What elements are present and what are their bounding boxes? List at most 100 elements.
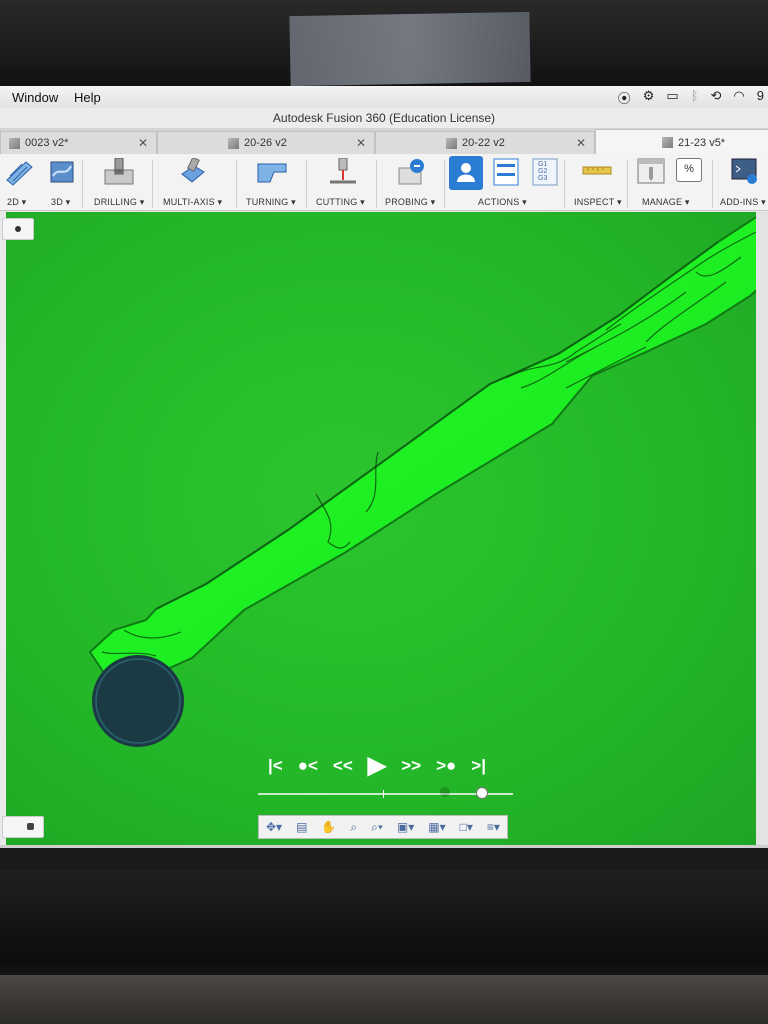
effects-icon[interactable]: ≡▾ [487, 820, 500, 834]
comments-toggle[interactable] [2, 816, 44, 838]
toolbar-turning[interactable] [256, 158, 290, 193]
toolbar-separator [712, 160, 713, 208]
group-label-2d[interactable]: 2D ▾ [7, 197, 26, 208]
cutting-icon [330, 157, 356, 184]
close-icon[interactable]: ✕ [138, 136, 148, 150]
simulation-playback: |< ●< << ▶ >> >● >| [268, 754, 486, 778]
tab-label: 21-23 v5* [678, 136, 726, 149]
scripts-icon [731, 158, 757, 184]
zoom-window-icon[interactable]: ⌕▾ [371, 820, 383, 835]
zoom-icon[interactable]: ⌕ [350, 820, 357, 835]
next-operation-button[interactable]: >● [436, 756, 456, 776]
toolbar-separator [236, 160, 237, 208]
group-label-cutting[interactable]: CUTTING ▾ [316, 197, 365, 208]
comment-icon [27, 823, 34, 830]
tab-20-22[interactable]: 20-22 v2 ✕ [375, 131, 595, 154]
viewports-icon[interactable]: □▾ [460, 820, 473, 834]
probe-icon [398, 159, 424, 185]
creative-cloud-icon[interactable]: ⦿ [618, 88, 631, 107]
grid-icon[interactable]: ▦▾ [428, 820, 445, 834]
multi-axis-icon [181, 156, 205, 183]
go-to-end-button[interactable]: >| [471, 756, 486, 776]
timeline-shadow [440, 787, 450, 797]
toolbar-separator [306, 160, 307, 208]
tab-0023[interactable]: 0023 v2* ✕ [0, 131, 157, 154]
toolbar-separator [564, 160, 565, 208]
component-icon [446, 137, 457, 149]
tab-20-26[interactable]: 20-26 v2 ✕ [157, 131, 375, 154]
menu-window[interactable]: Window [12, 90, 58, 105]
group-label-drilling[interactable]: DRILLING ▾ [94, 197, 145, 208]
simulate-button[interactable] [449, 156, 483, 195]
turning-icon [257, 163, 287, 183]
nc-line: G2 [538, 168, 548, 175]
screen: Window Help ⦿ ⚙ ▭ ᛒ ⟲ ◠ 9 Autodesk Fusio… [0, 86, 768, 848]
toolbar-separator [152, 160, 153, 208]
simulation-timeline[interactable] [258, 787, 513, 799]
window-title: Autodesk Fusion 360 (Education License) [272, 111, 496, 125]
play-button[interactable]: ▶ [368, 754, 386, 778]
group-label-multi-axis[interactable]: MULTI-AXIS ▾ [163, 197, 222, 208]
window-titlebar: Autodesk Fusion 360 (Education License) [0, 108, 768, 128]
manufacture-toolbar: 2D ▾ 3D ▾ DRILLING ▾ MULTI-AXIS ▾ TURNIN… [0, 154, 768, 211]
toolbar-manage-library[interactable] [637, 158, 665, 191]
timeline-operation-marker [382, 790, 384, 798]
toolbar-drilling[interactable] [103, 157, 137, 193]
desk-shelf [0, 975, 768, 1024]
group-label-manage[interactable]: MANAGE ▾ [642, 197, 690, 208]
browser-toggle[interactable] [2, 218, 34, 240]
measure-icon [582, 166, 612, 175]
template-icon: % [676, 158, 702, 182]
wifi-icon[interactable]: ◠ [733, 88, 744, 107]
status-icons: ⦿ ⚙ ▭ ᛒ ⟲ ◠ 9 [618, 88, 764, 107]
toolbar-separator [82, 160, 83, 208]
navigation-bar: ✥▾ ▤ ✋ ⌕ ⌕▾ ▣▾ ▦▾ □▾ ≡▾ [258, 815, 508, 839]
tool-library-icon [637, 158, 665, 184]
close-icon[interactable]: ✕ [576, 136, 586, 150]
component-icon [228, 137, 239, 149]
component-icon [9, 137, 20, 149]
menu-help[interactable]: Help [74, 90, 101, 105]
group-label-turning[interactable]: TURNING ▾ [246, 197, 296, 208]
close-icon[interactable]: ✕ [356, 136, 366, 150]
group-label-add-ins[interactable]: ADD-INS ▾ [720, 197, 766, 208]
group-label-inspect[interactable]: INSPECT ▾ [574, 197, 622, 208]
nc-program-button[interactable]: G1 G2 G3 [532, 158, 558, 191]
post-process-button[interactable] [493, 158, 519, 191]
toolbar-manage-templates[interactable]: % [676, 158, 702, 182]
tab-21-23[interactable]: 21-23 v5* [595, 129, 768, 155]
group-label-actions[interactable]: ACTIONS ▾ [478, 197, 527, 208]
toolbar-2d[interactable] [4, 158, 34, 193]
display-settings-icon[interactable]: ▣▾ [397, 820, 414, 834]
drill-icon [104, 157, 134, 185]
toolbar-multi-axis[interactable] [178, 156, 208, 193]
go-to-start-button[interactable]: |< [268, 756, 283, 776]
graphics-viewport[interactable] [6, 211, 767, 845]
orbit-icon[interactable]: ✥▾ [266, 820, 282, 834]
tab-label: 20-26 v2 [244, 137, 287, 149]
group-label-3d[interactable]: 3D ▾ [51, 197, 70, 208]
airplay-icon[interactable]: ▭ [666, 88, 678, 107]
settings-icon[interactable]: ⚙ [643, 88, 655, 107]
post-process-icon [493, 158, 519, 186]
screen-bottom-edge [0, 845, 768, 848]
look-at-icon[interactable]: ▤ [296, 820, 307, 834]
pan-icon[interactable]: ✋ [321, 820, 336, 834]
toolbar-cutting[interactable] [328, 157, 358, 195]
nc-line: G3 [538, 175, 548, 182]
step-forward-button[interactable]: >> [401, 756, 421, 776]
group-label-probing[interactable]: PROBING ▾ [385, 197, 435, 208]
stock-body [88, 211, 767, 678]
toolbar-probing[interactable] [397, 158, 427, 193]
component-icon [662, 137, 673, 148]
toolbar-add-ins[interactable] [731, 158, 759, 191]
document-tabs: 0023 v2* ✕ 20-26 v2 ✕ 20-22 v2 ✕ 21-23 v… [0, 128, 768, 155]
time-machine-icon[interactable]: ⟲ [711, 88, 722, 107]
toolbar-inspect[interactable] [582, 164, 612, 183]
previous-operation-button[interactable]: ●< [298, 756, 318, 776]
step-back-button[interactable]: << [333, 756, 353, 776]
battery-percent: 9 [756, 88, 764, 103]
toolbar-3d[interactable] [47, 158, 77, 193]
menu-bar: Window Help ⦿ ⚙ ▭ ᛒ ⟲ ◠ 9 [0, 86, 768, 109]
bluetooth-icon[interactable]: ᛒ [691, 88, 699, 107]
